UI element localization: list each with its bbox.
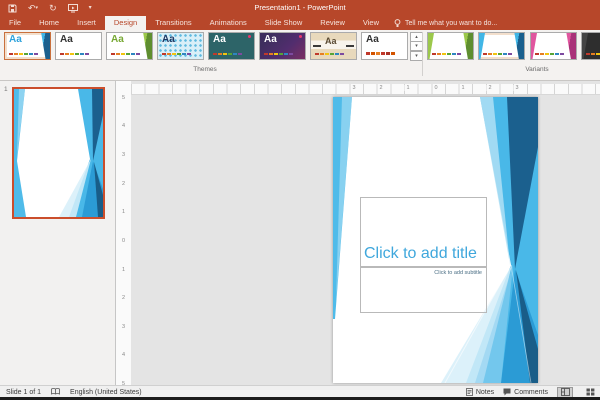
tab-home[interactable]: Home — [30, 16, 68, 30]
variant-dark[interactable] — [581, 32, 600, 60]
theme-facet-blue-current[interactable]: Aa — [4, 32, 51, 60]
editing-canvas: 3 2 1 0 1 2 3 — [131, 81, 600, 385]
theme-ion-boardroom[interactable]: Aa — [259, 32, 306, 60]
horizontal-ruler: 3 2 1 0 1 2 3 — [131, 84, 600, 95]
theme-wisp[interactable]: Aa — [361, 32, 408, 60]
variant-blue-selected[interactable] — [478, 32, 525, 60]
theme-color-dashes — [213, 53, 217, 55]
tell-me-box[interactable]: Tell me what you want to do... — [388, 16, 497, 30]
theme-facet-green[interactable]: Aa — [106, 32, 153, 60]
variant-color-dashes — [586, 53, 590, 55]
theme-color-dashes — [264, 53, 268, 55]
slide-editing-area[interactable]: Click to add title Click to add subtitle — [333, 97, 538, 383]
powerpoint-window: ↶▾ ↻ ▾ Presentation1 - PowerPoint File H… — [0, 0, 600, 400]
accent-dot — [299, 35, 302, 38]
undo-icon[interactable]: ↶▾ — [28, 3, 38, 13]
theme-organic[interactable]: Aa — [310, 32, 357, 60]
tab-file[interactable]: File — [0, 16, 30, 30]
undo-dropdown-icon[interactable]: ▾ — [36, 3, 39, 13]
slide-counter: Slide 1 of 1 — [6, 389, 41, 396]
slide-thumbnail-panel: 1 — [0, 81, 116, 385]
facet-wedge — [136, 33, 152, 59]
start-slideshow-icon[interactable] — [68, 4, 78, 13]
lightbulb-icon — [394, 19, 401, 28]
variant-green[interactable] — [427, 32, 474, 60]
proofing-icon[interactable] — [51, 388, 60, 396]
variant-color-dashes — [535, 53, 539, 55]
save-icon[interactable] — [8, 4, 17, 13]
group-divider — [422, 32, 423, 76]
design-ribbon: Aa Aa Aa Aa Aa Aa Aa Aa ▴ ▾ ▾ Themes Var… — [0, 30, 600, 81]
titlebar: ↶▾ ↻ ▾ Presentation1 - PowerPoint — [0, 0, 600, 16]
slide-sorter-view-button[interactable] — [582, 387, 598, 398]
quick-access-toolbar: ↶▾ ↻ ▾ — [8, 2, 92, 14]
normal-view-icon — [561, 388, 570, 396]
ribbon-tabs: File Home Insert Design Transitions Anim… — [0, 16, 600, 30]
theme-ion[interactable]: Aa — [208, 32, 255, 60]
vertical-ruler: 5 4 3 2 1 0 1 2 3 4 5 — [116, 81, 132, 385]
variant-color-dashes — [432, 53, 436, 55]
theme-color-dashes — [111, 53, 115, 55]
tab-design[interactable]: Design — [105, 16, 146, 30]
notes-button[interactable]: Notes — [466, 388, 494, 396]
accent-dot — [248, 35, 251, 38]
theme-color-dashes — [60, 53, 64, 55]
tab-review[interactable]: Review — [311, 16, 354, 30]
theme-color-dashes — [162, 53, 166, 55]
normal-view-button[interactable] — [557, 387, 573, 398]
window-title: Presentation1 - PowerPoint — [254, 3, 345, 12]
tab-slideshow[interactable]: Slide Show — [256, 16, 312, 30]
slide-1-thumbnail[interactable] — [12, 87, 105, 219]
theme-integral[interactable]: Aa — [157, 32, 204, 60]
language-status[interactable]: English (United States) — [70, 389, 142, 396]
theme-color-dashes — [315, 53, 319, 55]
title-placeholder[interactable]: Click to add title — [360, 197, 487, 267]
facet-wedge — [457, 33, 473, 59]
facet-wedge — [34, 33, 50, 59]
variant-pink[interactable] — [530, 32, 577, 60]
facet-wedge — [508, 33, 524, 59]
title-placeholder-text: Click to add title — [364, 245, 477, 263]
subtitle-placeholder-text: Click to add subtitle — [434, 270, 482, 276]
theme-color-dashes — [366, 52, 370, 55]
notes-icon — [466, 388, 473, 396]
slide-number: 1 — [4, 86, 8, 93]
themes-group-label: Themes — [150, 66, 260, 73]
theme-office[interactable]: Aa — [55, 32, 102, 60]
customize-qat-icon[interactable]: ▾ — [89, 3, 92, 13]
tab-transitions[interactable]: Transitions — [146, 16, 200, 30]
workspace: 1 5 4 3 2 1 0 1 2 3 — [0, 81, 600, 385]
tab-view[interactable]: View — [354, 16, 388, 30]
facet-theme-art — [14, 89, 103, 217]
subtitle-placeholder[interactable]: Click to add subtitle — [360, 267, 487, 313]
variants-group-label: Variants — [482, 66, 592, 73]
tab-insert[interactable]: Insert — [68, 16, 105, 30]
comments-button[interactable]: Comments — [503, 388, 548, 396]
variant-color-dashes — [483, 53, 487, 55]
theme-color-dashes — [9, 53, 13, 55]
slide-sorter-icon — [586, 388, 595, 396]
comments-icon — [503, 388, 511, 396]
redo-icon[interactable]: ↻ — [49, 3, 57, 13]
facet-wedge — [560, 33, 576, 59]
tab-animations[interactable]: Animations — [201, 16, 256, 30]
